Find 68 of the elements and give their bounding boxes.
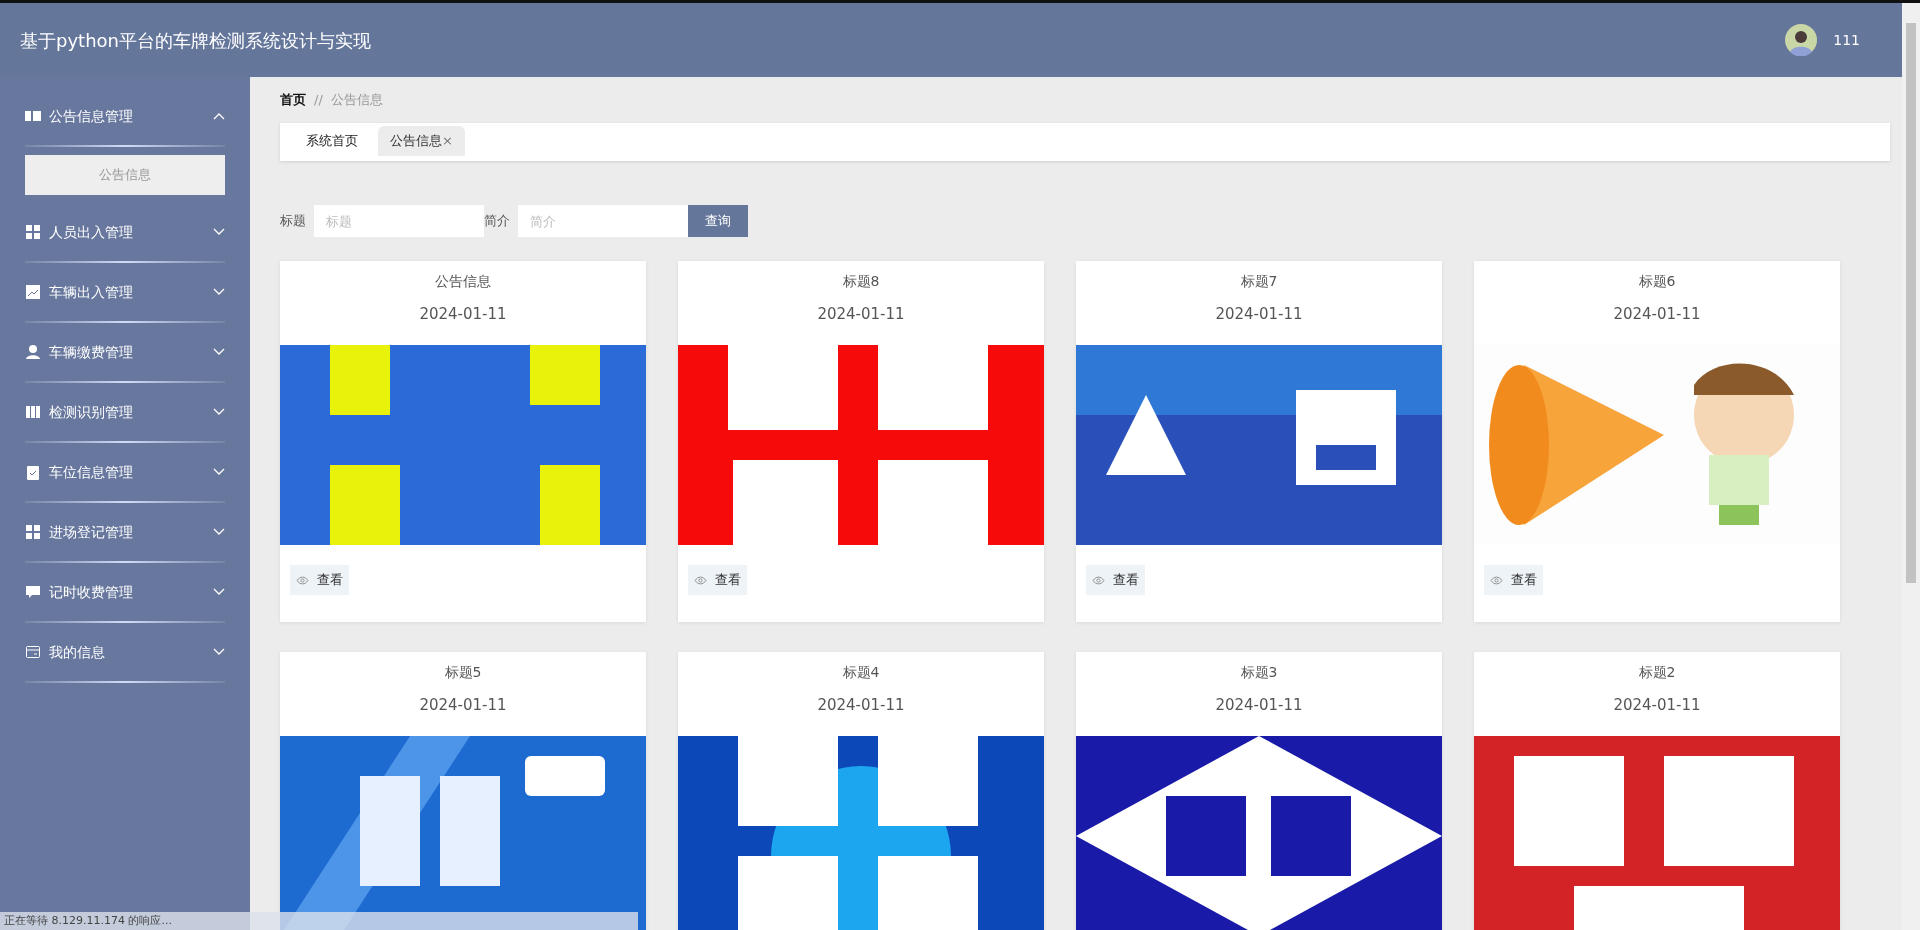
chevron-down-icon[interactable]: [213, 528, 225, 536]
grid-icon: [25, 224, 41, 240]
menu-item[interactable]: 车辆出入管理: [49, 281, 205, 303]
eye-icon: [296, 575, 309, 585]
card-title: 标题2: [1638, 664, 1676, 680]
user-icon: [25, 344, 41, 360]
card-date: 2024-01-11: [1613, 305, 1701, 323]
card-title: 标题8: [842, 273, 880, 289]
chevron-down-icon[interactable]: [213, 408, 225, 416]
card-icon: [25, 644, 41, 660]
columns-icon: [25, 404, 41, 420]
scrollbar-thumb[interactable]: [1906, 23, 1916, 583]
clipboard-icon: [25, 464, 41, 480]
breadcrumb-link[interactable]: 首页: [280, 90, 306, 110]
chevron-down-icon[interactable]: [213, 468, 225, 476]
chevron-down-icon[interactable]: [213, 648, 225, 656]
card-date: 2024-01-11: [1215, 696, 1303, 714]
ticket-icon: [25, 108, 41, 124]
search-button[interactable]: 查询: [688, 205, 748, 237]
status-text: 正在等待 8.129.11.174 的响应...: [0, 912, 638, 930]
menu-item[interactable]: 进场登记管理: [49, 521, 205, 543]
app-title: 基于python平台的车牌检测系统设计与实现: [20, 28, 371, 53]
eye-icon: [1092, 575, 1105, 585]
card-date: 2024-01-11: [1215, 305, 1303, 323]
card-title: 标题3: [1240, 664, 1278, 680]
chevron-down-icon[interactable]: [213, 228, 225, 236]
input-field[interactable]: 标题: [314, 205, 484, 237]
chevron-down-icon[interactable]: [213, 348, 225, 356]
tab[interactable]: 公告信息×: [378, 126, 465, 156]
tab[interactable]: 系统首页: [294, 126, 370, 156]
card-title: 标题6: [1638, 273, 1676, 289]
scrollbar[interactable]: [1902, 3, 1920, 930]
view-button[interactable]: 查看: [1484, 565, 1543, 595]
chart-icon: [25, 284, 41, 300]
view-button[interactable]: 查看: [688, 565, 747, 595]
view-button[interactable]: 查看: [1086, 565, 1145, 595]
chevron-down-icon[interactable]: [213, 588, 225, 596]
eye-icon: [1490, 575, 1503, 585]
grid-icon: [25, 524, 41, 540]
field-label: 简介: [484, 212, 510, 231]
breadcrumb-separator: //: [314, 91, 323, 110]
field-label: 标题: [280, 212, 306, 231]
avatar-icon[interactable]: [1785, 24, 1818, 56]
breadcrumb-current: 公告信息: [330, 91, 383, 110]
menu-item[interactable]: 检测识别管理: [49, 401, 205, 423]
card-date: 2024-01-11: [817, 696, 905, 714]
card-title: 标题7: [1240, 273, 1278, 289]
menu-item[interactable]: 车位信息管理: [49, 461, 205, 483]
input-field[interactable]: 简介: [518, 205, 688, 237]
view-button[interactable]: 查看: [290, 565, 349, 595]
user-name[interactable]: 111: [1833, 29, 1860, 51]
menu-item[interactable]: 我的信息: [49, 641, 205, 663]
eye-icon: [694, 575, 707, 585]
card-title: 标题4: [842, 664, 880, 680]
card-date: 2024-01-11: [1613, 696, 1701, 714]
menu-item[interactable]: 公告信息管理: [49, 105, 205, 127]
submenu-item[interactable]: 公告信息: [25, 155, 225, 195]
card-title: 公告信息: [435, 273, 491, 289]
card-date: 2024-01-11: [419, 696, 507, 714]
chat-icon: [25, 584, 41, 600]
chevron-down-icon[interactable]: [213, 288, 225, 296]
card-date: 2024-01-11: [419, 305, 507, 323]
chevron-up-icon[interactable]: [213, 112, 225, 120]
menu-item[interactable]: 车辆缴费管理: [49, 341, 205, 363]
card-date: 2024-01-11: [817, 305, 905, 323]
menu-item[interactable]: 人员出入管理: [49, 221, 205, 243]
card-title: 标题5: [444, 664, 482, 680]
menu-item[interactable]: 记时收费管理: [49, 581, 205, 603]
